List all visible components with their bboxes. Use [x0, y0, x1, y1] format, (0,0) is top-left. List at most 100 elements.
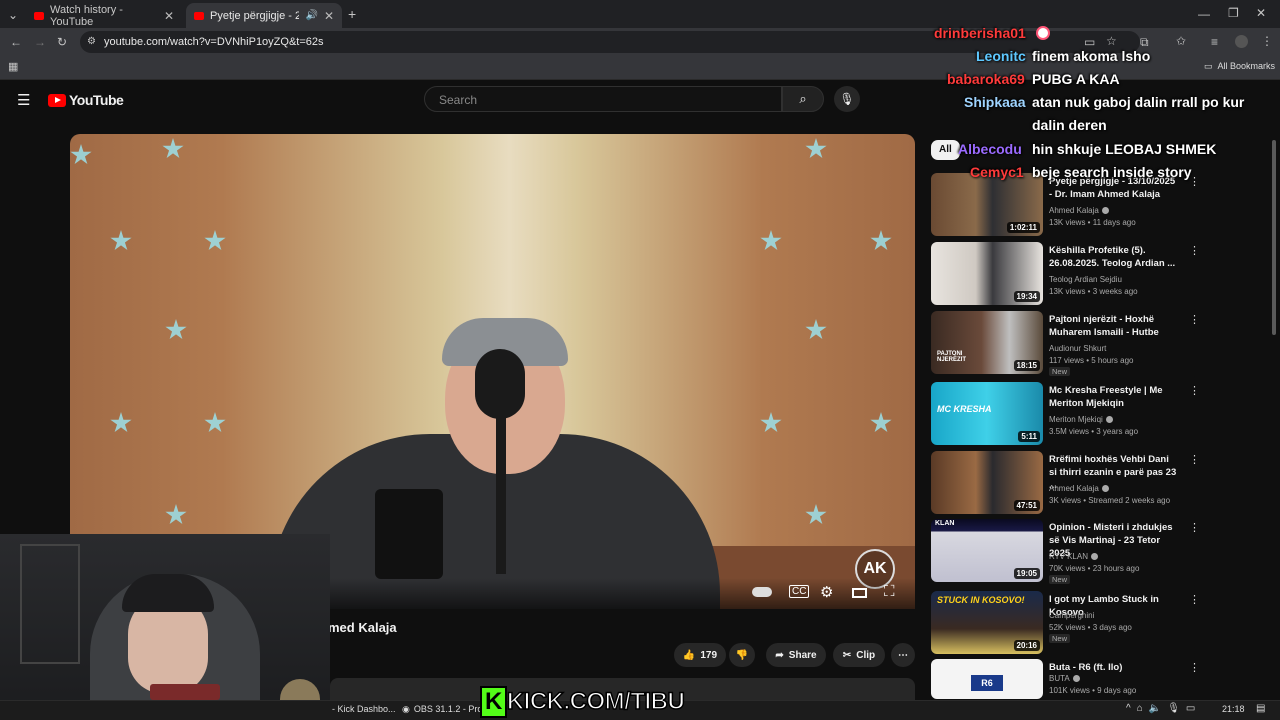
video-thumbnail[interactable]: MC KRESHA 5:11: [931, 382, 1043, 445]
channel-name[interactable]: RTV KLAN: [1049, 552, 1098, 561]
notifications-icon[interactable]: ▤: [1256, 703, 1265, 714]
taskbar-item-kick[interactable]: - Kick Dashbo...: [332, 704, 396, 714]
minimize-icon[interactable]: —: [1198, 7, 1210, 21]
duration-badge: 20:16: [1013, 640, 1040, 651]
video-thumbnail[interactable]: KLAN 19:05: [931, 519, 1043, 582]
apps-grid-icon[interactable]: ▦: [8, 60, 18, 73]
channel-name[interactable]: BUTA: [1049, 674, 1080, 683]
hamburger-menu-icon[interactable]: ☰: [17, 91, 30, 109]
dislike-button[interactable]: 👎: [729, 643, 755, 667]
tab-close-icon[interactable]: ✕: [324, 9, 334, 23]
recommendation-item[interactable]: 19:34 Këshilla Profetike (5). 26.08.2025…: [931, 242, 1211, 306]
recommendation-item[interactable]: R6 Buta - R6 (ft. Ilo) BUTA 101K views •…: [931, 659, 1211, 699]
recommendation-item[interactable]: KLAN 19:05 Opinion - Misteri i zhdukjes …: [931, 519, 1211, 584]
media-icon[interactable]: ≡: [1211, 35, 1218, 49]
channel-name[interactable]: Meriton Mjekiqi: [1049, 415, 1113, 424]
channel-name[interactable]: Teolog Ardian Sejdiu: [1049, 275, 1122, 284]
more-actions-button[interactable]: ⋯: [891, 643, 915, 667]
recommendation-item[interactable]: STUCK IN KOSOVO! 20:16 I got my Lambo St…: [931, 591, 1211, 655]
search-input[interactable]: Search: [424, 86, 782, 112]
restore-icon[interactable]: ❐: [1228, 6, 1239, 20]
video-thumbnail[interactable]: R6: [931, 659, 1043, 699]
voice-search-button[interactable]: 🎙: [834, 86, 860, 112]
search-button[interactable]: ⌕: [782, 86, 824, 112]
window-close-icon[interactable]: ✕: [1256, 6, 1266, 20]
settings-gear-icon[interactable]: ⚙: [820, 583, 833, 601]
chrome-menu-icon[interactable]: ⋮: [1261, 34, 1273, 48]
tray-battery-icon[interactable]: ▭: [1186, 703, 1195, 714]
thumbnail-text: R6: [971, 675, 1003, 691]
taskbar-item-obs[interactable]: ◉ OBS 31.1.2 - Profil: [402, 704, 489, 715]
like-button[interactable]: 👍 179: [674, 643, 726, 667]
more-options-icon[interactable]: ⋮: [1189, 313, 1200, 326]
streamer-webcam: [0, 534, 330, 720]
tray-volume-icon[interactable]: 🔈: [1149, 703, 1161, 714]
site-info-icon[interactable]: ⚙: [87, 36, 96, 47]
recommendation-title[interactable]: Këshilla Profetike (5). 26.08.2025. Teol…: [1049, 244, 1179, 270]
forward-icon[interactable]: →: [34, 35, 46, 49]
taskbar-clock[interactable]: 21:18: [1222, 704, 1245, 714]
share-button[interactable]: ➦ Share: [766, 643, 826, 667]
profile-avatar[interactable]: [1235, 35, 1248, 48]
new-tab-icon[interactable]: +: [348, 6, 356, 22]
more-options-icon[interactable]: ⋮: [1189, 521, 1200, 534]
recommendation-item[interactable]: MC KRESHA 5:11 Mc Kresha Freestyle | Me …: [931, 382, 1211, 446]
sidebar-scrollbar[interactable]: [1272, 140, 1276, 335]
autoplay-toggle[interactable]: [752, 587, 772, 597]
recommendation-item[interactable]: 47:51 Rrëfimi hoxhës Vehbi Dani si thirr…: [931, 451, 1211, 515]
bookmark-star-icon[interactable]: ☆: [1106, 34, 1117, 48]
tray-network-icon[interactable]: ⌂: [1137, 703, 1143, 714]
channel-name[interactable]: Ahmed Kalaja: [1049, 484, 1109, 493]
back-icon[interactable]: ←: [10, 35, 22, 49]
tab-current-video[interactable]: Pyetje përgjigje - 20/10/20 🔊 ✕: [186, 3, 342, 28]
chat-username: Leonitc: [976, 48, 1026, 64]
video-meta: 70K views • 23 hours ago: [1049, 564, 1140, 573]
subtitles-icon[interactable]: CC: [789, 585, 810, 598]
more-options-icon[interactable]: ⋮: [1189, 384, 1200, 397]
tab-watch-history[interactable]: Watch history - YouTube ✕: [26, 3, 182, 28]
video-thumbnail[interactable]: 47:51: [931, 451, 1043, 514]
youtube-logo[interactable]: YouTube: [48, 92, 124, 108]
pattern-star: [870, 230, 892, 251]
verified-icon: [1090, 553, 1098, 561]
recommendation-title[interactable]: Buta - R6 (ft. Ilo): [1049, 661, 1179, 674]
chip-all[interactable]: All: [931, 140, 960, 160]
video-thumbnail[interactable]: 19:34: [931, 242, 1043, 305]
tab-close-icon[interactable]: ✕: [164, 9, 174, 23]
channel-name[interactable]: Audionur Shkurt: [1049, 344, 1106, 353]
tray-mic-icon[interactable]: 🎙: [1167, 703, 1180, 714]
chat-username: babaroka69: [947, 71, 1025, 87]
recommendation-item[interactable]: 1:02:11 Pyetje përgjigje - 13/10/2025 - …: [931, 173, 1211, 237]
favorites-icon[interactable]: ✩: [1176, 34, 1186, 48]
recommendation-title[interactable]: Mc Kresha Freestyle | Me Meriton Mjekiqi…: [1049, 384, 1179, 410]
channel-name[interactable]: Ahmed Kalaja: [1049, 206, 1109, 215]
pattern-star: [805, 504, 827, 525]
video-thumbnail[interactable]: 1:02:11: [931, 173, 1043, 236]
more-options-icon[interactable]: ⋮: [1189, 661, 1200, 674]
video-meta: 101K views • 9 days ago: [1049, 686, 1137, 695]
recommendation-item[interactable]: PAJTONI NJERËZIT 18:15 Pajtoni njerëzit …: [931, 311, 1211, 376]
filter-chips: All: [931, 140, 960, 160]
recommendation-title[interactable]: Pajtoni njerëzit - Hoxhë Muharem Ismaili…: [1049, 313, 1179, 339]
video-thumbnail[interactable]: PAJTONI NJERËZIT 18:15: [931, 311, 1043, 374]
url-text[interactable]: youtube.com/watch?v=DVNhiP1oyZQ&t=62s: [104, 36, 324, 48]
background-shelf: [20, 544, 80, 664]
tab-label: Watch history - YouTube: [50, 3, 123, 28]
theater-mode-icon[interactable]: [852, 588, 867, 598]
tab-label: Pyetje përgjigje - 20/10/20: [210, 9, 300, 22]
reload-icon[interactable]: ↻: [57, 35, 67, 49]
more-options-icon[interactable]: ⋮: [1189, 593, 1200, 606]
tab-search-icon[interactable]: ⌄: [8, 8, 18, 22]
tray-chevron-icon[interactable]: ^: [1126, 703, 1131, 714]
more-options-icon[interactable]: ⋮: [1189, 453, 1200, 466]
kick-logo-icon: K: [480, 686, 507, 718]
video-thumbnail[interactable]: STUCK IN KOSOVO! 20:16: [931, 591, 1043, 654]
fullscreen-icon[interactable]: ⛶: [884, 583, 895, 600]
cast-icon[interactable]: ▭: [1084, 35, 1095, 49]
more-options-icon[interactable]: ⋮: [1189, 244, 1200, 257]
channel-name[interactable]: Camperghini: [1049, 611, 1094, 620]
clip-button[interactable]: ✂ Clip: [833, 643, 885, 667]
all-bookmarks[interactable]: ▭ All Bookmarks: [1204, 61, 1275, 72]
audio-playing-icon[interactable]: 🔊: [305, 10, 317, 21]
youtube-play-logo-icon: [48, 93, 66, 107]
